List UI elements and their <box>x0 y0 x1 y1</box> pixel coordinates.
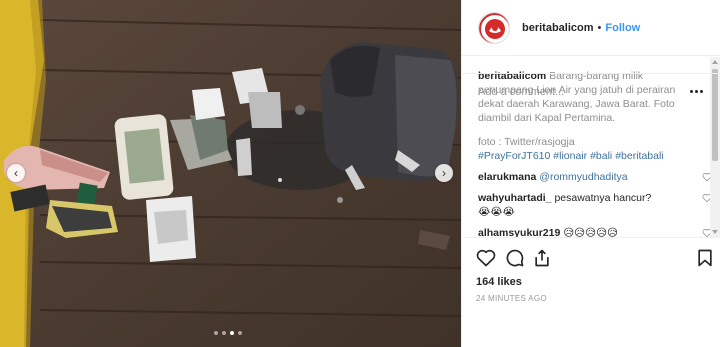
scroll-up-arrow[interactable] <box>712 60 718 64</box>
comment-mention[interactable]: @rommyudhaditya <box>539 171 627 183</box>
hashtag-link[interactable]: #bali <box>590 150 612 162</box>
post-photo[interactable]: ‹ › <box>0 0 461 347</box>
hashtag-link[interactable]: #PrayForJT610 <box>478 150 550 162</box>
header-separator: • <box>597 21 602 34</box>
comment-input[interactable] <box>478 86 678 98</box>
comment-username[interactable]: alhamsyukur219 <box>478 227 560 237</box>
hashtag-link[interactable]: #lionair <box>553 150 587 162</box>
instagram-post: ‹ › beritabalicom • Follow beritabalicom… <box>0 0 720 347</box>
heart-icon[interactable] <box>476 248 496 268</box>
post-side-panel: beritabalicom • Follow beritabalicom Bar… <box>461 0 720 347</box>
chevron-left-icon: ‹ <box>14 166 18 180</box>
carousel-prev-button[interactable]: ‹ <box>7 164 25 182</box>
comment-emoji: 😭😭😭 <box>478 206 515 218</box>
avatar[interactable] <box>478 11 510 44</box>
beritabali-logo-icon <box>479 12 509 43</box>
carousel-dot <box>222 331 226 335</box>
add-comment-bar <box>462 73 720 110</box>
post-actions: 164 likes 24 MINUTES AGO <box>462 237 720 347</box>
comment-item: alhamsyukur219 😥😥😥😥😥 <box>478 226 711 237</box>
more-options-icon[interactable] <box>690 90 703 93</box>
bookmark-icon[interactable] <box>695 248 715 268</box>
comment-username[interactable]: wahyuhartadi_ <box>478 192 552 204</box>
comment-username[interactable]: elarukmana <box>478 171 536 183</box>
post-header: beritabalicom • Follow <box>462 0 720 56</box>
chevron-right-icon: › <box>442 166 446 180</box>
carousel-next-button[interactable]: › <box>435 164 453 182</box>
carousel-dot <box>214 331 218 335</box>
hashtag-link[interactable]: #beritabali <box>615 150 663 162</box>
likes-count[interactable]: 164 likes <box>476 276 709 288</box>
follow-button[interactable]: Follow <box>605 22 640 34</box>
caption-credit: foto : Twitter/rasjogja <box>478 136 575 148</box>
carousel-dot-active <box>230 331 234 335</box>
share-icon[interactable] <box>532 248 552 268</box>
post-timestamp[interactable]: 24 MINUTES AGO <box>476 294 709 303</box>
comment-text: pesawatnya hancur? <box>554 192 652 204</box>
carousel-indicator <box>214 331 242 335</box>
comment-item: elarukmana @rommyudhaditya <box>478 170 711 184</box>
comment-icon[interactable] <box>505 248 525 268</box>
debris-photo <box>0 0 461 347</box>
carousel-dot <box>238 331 242 335</box>
action-icons-row <box>476 244 712 272</box>
scroll-down-arrow[interactable] <box>712 230 718 234</box>
comment-emoji: 😥😥😥😥😥 <box>563 227 618 237</box>
header-username[interactable]: beritabalicom <box>522 22 594 34</box>
comment-item: wahyuhartadi_ pesawatnya hancur? 😭😭😭 <box>478 191 711 219</box>
